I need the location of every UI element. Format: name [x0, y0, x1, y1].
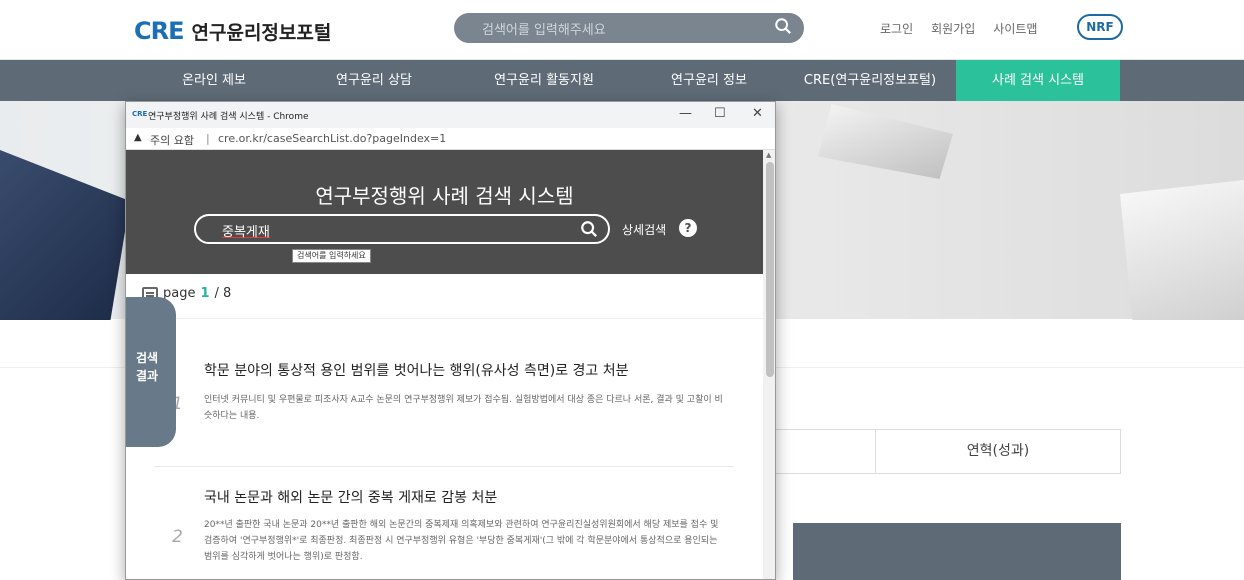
result-description: 인터넷 커뮤니티 및 우편물로 피조사자 A교수 논문의 연구부정행위 제보가 …: [204, 395, 723, 421]
content-block: [793, 523, 1121, 580]
result-number: 2: [172, 527, 183, 547]
site-logo[interactable]: CRE 연구윤리정보포털: [134, 14, 331, 48]
address-separator: |: [206, 132, 210, 145]
page-total: / 8: [214, 286, 232, 301]
security-warning-label[interactable]: 주의 요함: [150, 132, 194, 148]
main-nav: 온라인 제보 연구윤리 상담 연구윤리 활동지원 연구윤리 정보 CRE(연구윤…: [0, 60, 1244, 101]
nav-item-case-search[interactable]: 사례 검색 시스템: [956, 60, 1120, 101]
favicon-icon: CRE: [132, 110, 148, 118]
scrollbar-thumb[interactable]: [766, 162, 774, 377]
page-current: 1: [200, 286, 210, 301]
scrollbar[interactable]: ▲: [763, 150, 775, 579]
tab-label-line1: 검색: [136, 351, 159, 365]
logo-text: 연구윤리정보포털: [191, 21, 332, 44]
nav-item-online-report[interactable]: 온라인 제보: [134, 60, 294, 101]
result-title[interactable]: 국내 논문과 해외 논문 간의 중복 게재로 감봉 처분: [204, 487, 497, 507]
table-border: [774, 429, 876, 474]
window-title: 연구부정행위 사례 검색 시스템 - Chrome: [148, 112, 309, 122]
maximize-button[interactable]: ☐: [714, 106, 726, 121]
divider: [154, 466, 734, 467]
search-header: 연구부정행위 사례 검색 시스템 중복게재 상세검색 ?: [126, 150, 763, 274]
tab-label-line2: 결과: [136, 369, 159, 383]
nav-item-activity-support[interactable]: 연구윤리 활동지원: [454, 60, 634, 101]
close-button[interactable]: ✕: [752, 106, 763, 121]
site-header: CRE 연구윤리정보포털 검색어를 입력해주세요 로그인 회원가입 사이트맵 N…: [0, 0, 1244, 60]
nav-item-cre[interactable]: CRE(연구윤리정보포털): [784, 60, 956, 101]
search-icon[interactable]: [580, 220, 598, 238]
address-bar[interactable]: ▲ 주의 요함 | cre.or.kr/caseSearchList.do?pa…: [126, 128, 775, 150]
page-label: page: [163, 286, 196, 301]
search-value: 중복게재: [222, 225, 270, 240]
window-titlebar: CRE 연구부정행위 사례 검색 시스템 - Chrome — ☐ ✕: [126, 102, 775, 128]
search-tooltip: 검색어를 입력하세요: [292, 249, 371, 263]
site-search-placeholder: 검색어를 입력해주세요: [482, 23, 606, 38]
sitemap-link[interactable]: 사이트맵: [993, 20, 1037, 37]
popup-window: CRE 연구부정행위 사례 검색 시스템 - Chrome — ☐ ✕ ▲ 주의…: [125, 101, 776, 580]
nav-item-ethics-info[interactable]: 연구윤리 정보: [634, 60, 784, 101]
case-search-input[interactable]: 중복게재: [194, 214, 610, 244]
scroll-up-icon[interactable]: ▲: [766, 151, 771, 159]
logo-mark: CRE: [134, 17, 184, 45]
search-results-tab[interactable]: 검색 결과: [126, 297, 176, 447]
result-title[interactable]: 학문 분야의 통상적 용인 범위를 벗어나는 행위(유사성 측면)로 경고 처분: [204, 360, 629, 380]
url-text[interactable]: cre.or.kr/caseSearchList.do?pageIndex=1: [218, 132, 446, 145]
nrf-badge[interactable]: NRF: [1077, 14, 1123, 40]
hero-laptop-image-2: [1120, 180, 1244, 320]
warning-icon[interactable]: ▲: [134, 132, 142, 143]
header-links: 로그인 회원가입 사이트맵: [880, 20, 1037, 37]
result-description: 20**년 출판한 국내 논문과 20**년 출판한 해외 논문간의 중복제재 …: [204, 520, 719, 562]
divider: [126, 318, 763, 319]
history-tab[interactable]: 연혁(성과): [875, 429, 1121, 474]
nav-item-consulting[interactable]: 연구윤리 상담: [294, 60, 454, 101]
page-title: 연구부정행위 사례 검색 시스템: [315, 184, 574, 208]
minimize-button[interactable]: —: [679, 106, 692, 121]
signup-link[interactable]: 회원가입: [931, 20, 975, 37]
site-search-input[interactable]: 검색어를 입력해주세요: [454, 13, 804, 43]
search-icon[interactable]: [774, 17, 792, 35]
advanced-search-link[interactable]: 상세검색: [622, 221, 666, 238]
login-link[interactable]: 로그인: [880, 20, 913, 37]
help-icon[interactable]: ?: [679, 219, 697, 237]
